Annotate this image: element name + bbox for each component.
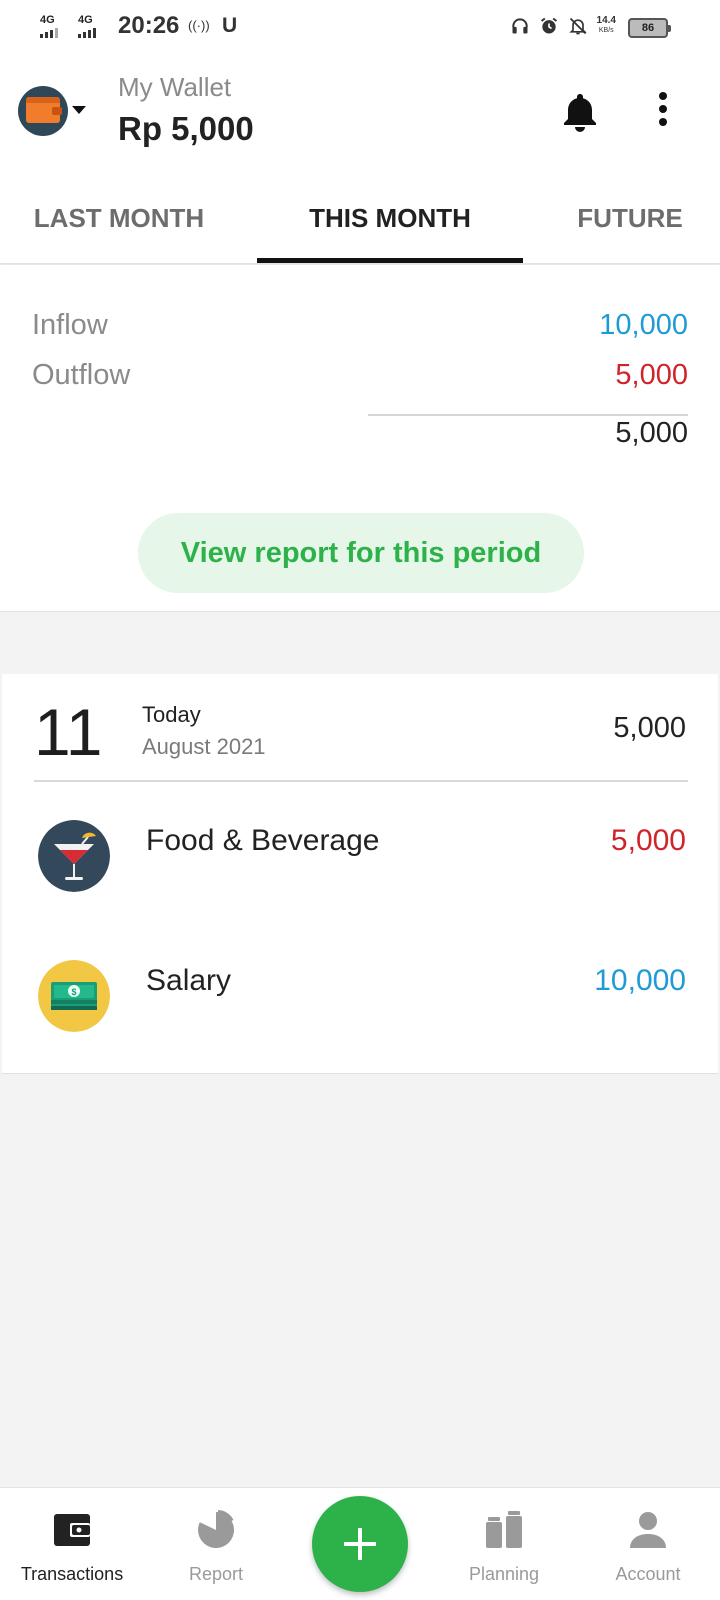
nav-transactions[interactable]: Transactions xyxy=(0,1488,144,1600)
network-indicator-1: 4G xyxy=(40,14,58,38)
inflow-value: 10,000 xyxy=(599,309,688,341)
cocktail-icon xyxy=(38,820,110,892)
outflow-label: Outflow xyxy=(32,359,131,391)
notifications-off-icon xyxy=(568,17,587,35)
add-transaction-button[interactable] xyxy=(312,1496,408,1592)
status-time: 20:26 xyxy=(118,12,180,39)
nav-report[interactable]: Report xyxy=(144,1488,288,1600)
app-header: My Wallet Rp 5,000 xyxy=(0,56,720,180)
hotspot-icon: ((·)) xyxy=(188,18,210,33)
person-icon xyxy=(630,1512,666,1548)
money-icon: $ xyxy=(38,960,110,1032)
tab-future[interactable]: FUTURE xyxy=(540,180,720,264)
day-divider xyxy=(34,780,688,782)
net-value: 5,000 xyxy=(615,417,688,449)
u-indicator: U xyxy=(222,14,238,37)
network-speed: 14.4 KB/s xyxy=(596,15,616,35)
view-report-button[interactable]: View report for this period xyxy=(138,513,584,593)
transaction-amount: 5,000 xyxy=(610,824,686,857)
transaction-category: Food & Beverage xyxy=(146,824,380,857)
wallet-icon[interactable] xyxy=(18,86,68,136)
more-vert-icon[interactable] xyxy=(648,92,678,132)
wallet-icon xyxy=(54,1514,90,1546)
tab-this-month[interactable]: THIS MONTH xyxy=(257,180,523,264)
outflow-value: 5,000 xyxy=(615,359,688,391)
headphones-icon xyxy=(511,18,528,34)
tab-last-month[interactable]: LAST MONTH xyxy=(0,180,238,264)
bell-icon[interactable] xyxy=(560,90,600,134)
period-summary: Inflow 10,000 Outflow 5,000 5,000 View r… xyxy=(0,265,720,612)
nav-label: Planning xyxy=(468,1564,540,1584)
nav-account[interactable]: Account xyxy=(576,1488,720,1600)
day-month-year: August 2021 xyxy=(142,734,266,759)
day-relative: Today xyxy=(142,702,201,727)
wallet-balance: Rp 5,000 xyxy=(118,110,254,147)
day-total: 5,000 xyxy=(613,712,686,744)
pie-chart-icon xyxy=(198,1510,235,1548)
nav-label: Account xyxy=(615,1564,681,1584)
period-tabs: LAST MONTH THIS MONTH FUTURE xyxy=(0,180,720,264)
active-tab-indicator xyxy=(257,258,523,263)
summary-divider xyxy=(368,414,688,416)
transaction-row-food[interactable]: Food & Beverage 5,000 xyxy=(2,820,718,930)
wallet-name[interactable]: My Wallet xyxy=(118,72,231,103)
transaction-category: Salary xyxy=(146,964,232,997)
svg-text:$: $ xyxy=(71,987,76,997)
nav-planning[interactable]: Planning xyxy=(432,1488,576,1600)
status-icons: 14.4 KB/s xyxy=(510,16,616,36)
nav-label: Report xyxy=(188,1564,244,1584)
battery-indicator: 86 xyxy=(628,18,671,38)
nav-label: Transactions xyxy=(20,1564,124,1584)
day-group-card: 11 Today August 2021 5,000 Food & Bevera… xyxy=(2,674,718,1074)
alarm-icon xyxy=(540,17,557,34)
network-indicator-2: 4G xyxy=(78,14,96,38)
planning-icon xyxy=(486,1511,522,1548)
transaction-amount: 10,000 xyxy=(594,964,686,997)
day-number: 11 xyxy=(34,695,103,769)
chevron-down-icon[interactable] xyxy=(72,106,86,114)
inflow-label: Inflow xyxy=(32,309,108,341)
status-bar: 4G 4G 20:26 ((·)) U 14.4 KB/s 86 xyxy=(0,0,720,56)
transaction-row-salary[interactable]: $ Salary 10,000 xyxy=(2,960,718,1070)
